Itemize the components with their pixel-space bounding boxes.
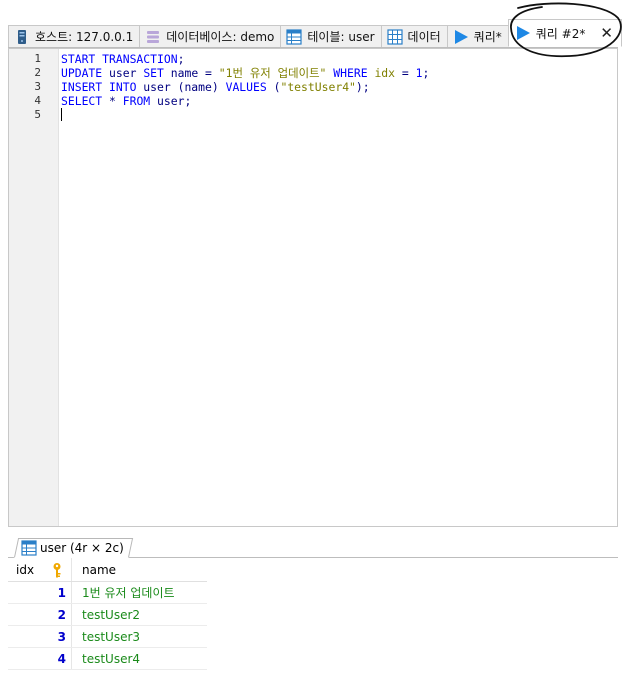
code-token: VALUES — [225, 80, 267, 94]
table-icon — [21, 540, 37, 556]
code-token: UPDATE — [61, 66, 103, 80]
tab-label: 쿼리* — [473, 30, 502, 44]
column-header-idx[interactable]: idx — [8, 558, 72, 581]
cell-idx[interactable]: 2 — [8, 604, 72, 625]
server-icon — [18, 29, 26, 44]
result-tab-label: user (4r × 2c) — [40, 541, 124, 555]
table-row[interactable]: 3 testUser3 — [8, 626, 207, 648]
tab-label: 테이블: user — [307, 30, 375, 44]
table-row[interactable]: 4 testUser4 — [8, 648, 207, 670]
cell-name[interactable]: 1번 유저 업데이트 — [72, 582, 207, 603]
query-tab-bar: 호스트: 127.0.0.1 데이터베이스: demo 테이블: user 데이… — [0, 0, 626, 48]
tab-host[interactable]: 호스트: 127.0.0.1 — [8, 25, 140, 47]
cell-name[interactable]: testUser3 — [72, 626, 207, 647]
grid-icon — [386, 28, 403, 45]
tab-data[interactable]: 데이터 — [380, 25, 447, 47]
code-token: ); — [355, 80, 370, 94]
cell-name[interactable]: testUser2 — [72, 604, 207, 625]
code-line[interactable] — [61, 108, 429, 122]
code-line[interactable]: SELECT * FROM user; — [61, 94, 429, 108]
code-line[interactable]: START TRANSACTION; — [61, 52, 429, 66]
code-token: name = — [163, 66, 219, 80]
table-row[interactable]: 1 1번 유저 업데이트 — [8, 582, 207, 604]
tab-query[interactable]: 쿼리* — [446, 25, 508, 47]
column-label: idx — [16, 562, 35, 577]
line-number: 5 — [34, 108, 41, 121]
cell-idx[interactable]: 3 — [8, 626, 72, 647]
close-icon[interactable]: ✕ — [600, 24, 613, 42]
code-token: INSERT INTO — [61, 80, 137, 94]
cell-idx[interactable]: 4 — [8, 648, 72, 669]
code-token: SET — [143, 66, 164, 80]
text-caret — [61, 108, 62, 121]
code-token: user — [102, 66, 144, 80]
code-line[interactable]: INSERT INTO user (name) VALUES ("testUse… — [61, 80, 429, 94]
result-tab-strip: user (4r × 2c) — [8, 536, 618, 558]
line-number: 2 — [34, 66, 41, 79]
database-icon — [147, 30, 160, 43]
result-grid[interactable]: idx name 1 1번 유저 업데이트 2 testUser2 3 testUser3… — [8, 558, 207, 670]
code-token: START TRANSACTION — [61, 52, 178, 66]
code-line[interactable]: UPDATE user SET name = "1번 유저 업데이트" WHER… — [61, 66, 429, 80]
tab-table[interactable]: 테이블: user — [280, 25, 381, 47]
code-token: WHERE — [333, 66, 368, 80]
sql-code[interactable]: START TRANSACTION; UPDATE user SET name =… — [61, 52, 429, 122]
tab-database[interactable]: 데이터베이스: demo — [139, 25, 281, 47]
table-icon — [286, 28, 302, 45]
cell-name[interactable]: testUser4 — [72, 648, 207, 669]
column-label: name — [82, 562, 117, 577]
tab-strip: 호스트: 127.0.0.1 데이터베이스: demo 테이블: user 데이… — [8, 19, 622, 48]
code-token: "testUser4" — [280, 80, 356, 94]
code-token: user; — [150, 94, 192, 108]
code-token: FROM — [122, 94, 151, 108]
sql-editor[interactable]: 1 2 3 4 5 START TRANSACTION; UPDATE user … — [8, 48, 618, 527]
grid-rows: 1 1번 유저 업데이트 2 testUser2 3 testUser3 4 testUser… — [8, 582, 207, 670]
line-number: 4 — [34, 94, 41, 107]
code-token: = — [395, 66, 416, 80]
line-number-gutter: 1 2 3 4 5 — [9, 49, 59, 526]
tab-label: 호스트: 127.0.0.1 — [35, 30, 134, 44]
column-header-name[interactable]: name — [72, 558, 207, 581]
table-row[interactable]: 2 testUser2 — [8, 604, 207, 626]
grid-header: idx name — [8, 558, 207, 582]
tab-label: 데이터베이스: demo — [166, 30, 275, 44]
code-token: idx — [374, 66, 396, 80]
cell-idx[interactable]: 1 — [8, 582, 72, 603]
play-icon — [454, 29, 468, 44]
code-token: "1번 유저 업데이트" — [218, 66, 327, 80]
result-tab[interactable]: user (4r × 2c) — [13, 538, 133, 558]
key-icon — [53, 562, 61, 577]
line-number: 1 — [34, 52, 41, 65]
code-token: ; — [422, 66, 430, 80]
line-number: 3 — [34, 80, 41, 93]
code-token: * — [102, 94, 123, 108]
code-token: user (name) — [136, 80, 226, 94]
tab-query-2[interactable]: 쿼리 #2* ✕ — [507, 19, 622, 47]
tab-label: 데이터 — [407, 30, 441, 44]
tab-label: 쿼리 #2* — [535, 26, 586, 41]
code-token: ( — [266, 80, 281, 94]
code-token: SELECT — [61, 94, 103, 108]
code-token: ; — [177, 52, 185, 66]
play-icon — [516, 26, 530, 40]
